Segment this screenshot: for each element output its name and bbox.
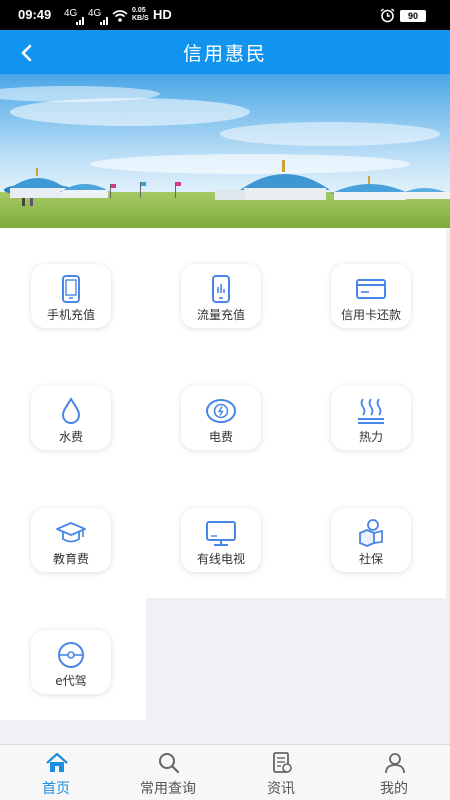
service-label: e代驾 <box>55 674 87 688</box>
yurt-landscape-image <box>0 74 450 228</box>
service-water[interactable]: 水费 <box>21 386 121 476</box>
tab-news[interactable]: 资讯 <box>225 745 337 800</box>
hd-indicator: HD <box>153 7 172 22</box>
service-label: 手机充值 <box>46 308 95 322</box>
service-heating[interactable]: 热力 <box>321 386 421 476</box>
tab-mine[interactable]: 我的 <box>338 745 450 800</box>
user-icon <box>385 753 405 774</box>
page-title: 信用惠民 <box>182 43 267 65</box>
service-card: 有线电视 <box>181 508 261 572</box>
header-bar: 信用惠民 <box>0 30 450 74</box>
service-social-security[interactable]: 社保 <box>321 508 421 598</box>
service-label: 教育费 <box>52 552 89 566</box>
tab-common-query[interactable]: 常用查询 <box>112 745 224 800</box>
home-icon <box>46 752 68 772</box>
tab-label: 常用查询 <box>140 781 196 797</box>
credit-card-icon <box>356 279 386 299</box>
alarm-clock-icon <box>380 8 395 27</box>
water-drop-icon <box>61 397 81 424</box>
service-label: 电费 <box>208 430 233 444</box>
tab-label: 资讯 <box>267 781 295 797</box>
service-electricity[interactable]: 电费 <box>171 386 271 476</box>
tab-label: 我的 <box>380 781 408 797</box>
service-card: 水费 <box>31 386 111 450</box>
service-card: 电费 <box>181 386 261 450</box>
service-label: 流量充值 <box>196 308 245 322</box>
news-icon <box>273 752 292 773</box>
service-label: 热力 <box>358 430 383 444</box>
status-time: 09:49 <box>18 7 52 22</box>
data-usage-phone-icon <box>212 275 230 303</box>
mobile-phone-icon <box>62 275 80 303</box>
service-label: 社保 <box>358 552 383 566</box>
service-card: 流量充值 <box>181 264 261 328</box>
wifi-icon <box>112 8 128 27</box>
network-speed: 0.05 KB/S <box>132 7 149 22</box>
service-data-recharge[interactable]: 流量充值 <box>171 264 271 354</box>
steering-wheel-icon <box>58 642 84 668</box>
service-mobile-recharge[interactable]: 手机充值 <box>21 264 121 354</box>
signal-bars-icon <box>76 10 86 29</box>
service-e-driver[interactable]: e代驾 <box>21 630 121 720</box>
tab-label: 首页 <box>42 781 70 797</box>
service-cable-tv[interactable]: 有线电视 <box>171 508 271 598</box>
service-label: 水费 <box>58 430 83 444</box>
graduation-cap-icon <box>56 522 86 543</box>
service-card: e代驾 <box>31 630 111 694</box>
service-card: 社保 <box>331 508 411 572</box>
service-card: 热力 <box>331 386 411 450</box>
battery-level: 90 <box>400 10 426 22</box>
banner-image[interactable] <box>0 74 450 228</box>
service-credit-card[interactable]: 信用卡还款 <box>321 264 421 354</box>
heat-waves-icon <box>358 398 384 424</box>
service-education[interactable]: 教育费 <box>21 508 121 598</box>
tv-monitor-icon <box>206 521 236 546</box>
service-label: 信用卡还款 <box>340 308 401 322</box>
search-icon <box>159 753 180 774</box>
electricity-coin-icon <box>206 399 236 423</box>
signal-bars-icon <box>100 10 110 29</box>
service-card: 信用卡还款 <box>331 264 411 328</box>
social-security-icon <box>359 519 383 547</box>
service-card: 手机充值 <box>31 264 111 328</box>
service-label: 有线电视 <box>196 552 245 566</box>
bottom-tab-bar: 首页 常用查询 资讯 我的 <box>0 744 450 800</box>
service-card: 教育费 <box>31 508 111 572</box>
tab-home[interactable]: 首页 <box>0 745 112 800</box>
status-bar: 09:49 4G 4G 0.05 KB/S HD 90 <box>0 0 450 30</box>
